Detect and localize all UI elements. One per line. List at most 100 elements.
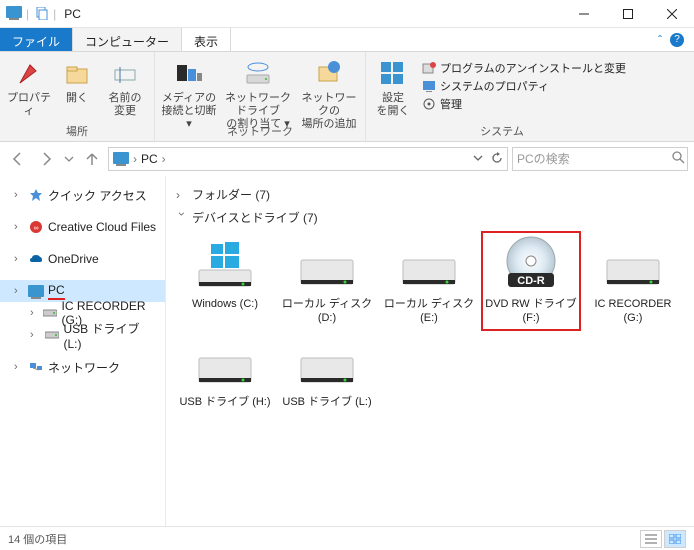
address-sep2[interactable]: ›	[162, 152, 166, 166]
nav-network[interactable]: › ネットワーク	[0, 356, 165, 378]
star-icon	[28, 187, 44, 203]
refresh-icon[interactable]	[491, 152, 503, 167]
drive-icon	[291, 334, 363, 392]
address-dropdown-icon[interactable]	[473, 152, 483, 166]
uninstall-icon	[422, 61, 436, 75]
ribbon-group-system: 設定 を開く プログラムのアンインストールと変更 システムのプロパティ 管理 シ…	[366, 52, 638, 141]
drive-icon	[44, 327, 60, 343]
nav-usb[interactable]: › USB ドライブ (L:)	[0, 324, 165, 346]
ribbon-collapse-icon[interactable]: ˆ	[658, 33, 662, 47]
tab-computer[interactable]: コンピューター	[73, 28, 182, 51]
chevron-right-icon[interactable]: ›	[14, 253, 24, 265]
chevron-right-icon[interactable]: ›	[30, 329, 40, 341]
copy-icon[interactable]	[33, 6, 49, 22]
ribbon-group-location: プロパティ 開く 名前の 変更 場所	[0, 52, 155, 141]
ribbon-group-network: メディアの 接続と切断 ▾ ネットワーク ドライブ の割り当て ▾ ネットワーク…	[155, 52, 366, 141]
chevron-right-icon[interactable]: ›	[14, 221, 24, 233]
nav-ccf-label: Creative Cloud Files	[48, 220, 156, 234]
chevron-right-icon[interactable]: ›	[14, 189, 24, 201]
manage-icon	[422, 97, 436, 111]
drive-item[interactable]: IC RECORDER (G:)	[584, 232, 682, 330]
rename-button[interactable]: 名前の 変更	[102, 56, 148, 118]
properties-button[interactable]: プロパティ	[6, 56, 52, 118]
media-connect-button[interactable]: メディアの 接続と切断 ▾	[161, 56, 217, 132]
uninstall-programs-button[interactable]: プログラムのアンインストールと変更	[422, 60, 626, 76]
chevron-right-icon[interactable]: ›	[14, 285, 24, 297]
maximize-button[interactable]	[606, 0, 650, 28]
drive-label: USB ドライブ (L:)	[282, 396, 371, 410]
navigation-bar: › PC ›	[0, 142, 694, 176]
group-system-label: システム	[480, 122, 524, 140]
add-location-label: ネットワークの 場所の追加	[299, 92, 359, 132]
drive-icon	[189, 236, 261, 294]
explorer-body: › クイック アクセス › ∞ Creative Cloud Files › O…	[0, 176, 694, 526]
section-devices-label: デバイスとドライブ (7)	[192, 209, 318, 226]
view-details-button[interactable]	[640, 530, 662, 548]
drive-item[interactable]: ローカル ディスク (D:)	[278, 232, 376, 330]
system-properties-button[interactable]: システムのプロパティ	[422, 78, 626, 94]
drive-icon	[597, 236, 669, 294]
cc-icon: ∞	[28, 219, 44, 235]
manage-button[interactable]: 管理	[422, 96, 626, 112]
svg-text:∞: ∞	[34, 225, 39, 232]
svg-text:CD-R: CD-R	[517, 275, 545, 287]
section-folders[interactable]: › フォルダー (7)	[176, 186, 694, 203]
section-devices[interactable]: › デバイスとドライブ (7)	[176, 209, 694, 226]
drive-label: ローカル ディスク (E:)	[382, 298, 476, 326]
pc-icon	[6, 6, 22, 21]
chevron-right-icon[interactable]: ›	[176, 188, 188, 202]
status-items: 14 個の項目	[8, 531, 67, 547]
search-icon[interactable]	[672, 151, 685, 167]
history-dropdown[interactable]	[62, 147, 76, 171]
drive-icon: CD-R	[495, 236, 567, 294]
nav-onedrive-label: OneDrive	[48, 252, 99, 266]
search-input[interactable]	[517, 152, 672, 166]
group-location-label: 場所	[66, 122, 88, 140]
open-settings-button[interactable]: 設定 を開く	[372, 56, 414, 118]
drive-label: IC RECORDER (G:)	[586, 298, 680, 326]
address-crumb-pc[interactable]: PC	[141, 152, 158, 166]
chevron-right-icon[interactable]: ›	[30, 307, 39, 319]
drive-label: Windows (C:)	[192, 298, 258, 312]
nav-quick-access[interactable]: › クイック アクセス	[0, 184, 165, 206]
minimize-button[interactable]	[562, 0, 606, 28]
search-box[interactable]	[512, 147, 688, 171]
drive-item[interactable]: CD-R DVD RW ドライブ (F:)	[482, 232, 580, 330]
group-network-label: ネットワーク	[227, 122, 293, 140]
tab-file[interactable]: ファイル	[0, 28, 73, 51]
pc-icon	[28, 283, 44, 299]
forward-button[interactable]	[34, 147, 58, 171]
close-button[interactable]	[650, 0, 694, 28]
map-drive-button[interactable]: ネットワーク ドライブ の割り当て ▾	[219, 56, 297, 132]
media-label: メディアの 接続と切断 ▾	[161, 92, 217, 132]
status-bar: 14 個の項目	[0, 526, 694, 550]
window-title: PC	[64, 7, 81, 21]
nav-onedrive[interactable]: › OneDrive	[0, 248, 165, 270]
add-network-location-button[interactable]: ネットワークの 場所の追加	[299, 56, 359, 132]
drive-label: DVD RW ドライブ (F:)	[484, 298, 578, 326]
drive-icon	[291, 236, 363, 294]
up-button[interactable]	[80, 147, 104, 171]
manage-label: 管理	[440, 96, 462, 112]
drive-item[interactable]: USB ドライブ (L:)	[278, 330, 376, 414]
view-tiles-button[interactable]	[664, 530, 686, 548]
settings-label: 設定 を開く	[377, 92, 410, 118]
chevron-down-icon[interactable]: ›	[175, 212, 189, 224]
drive-item[interactable]: ローカル ディスク (E:)	[380, 232, 478, 330]
navigation-pane: › クイック アクセス › ∞ Creative Cloud Files › O…	[0, 176, 166, 526]
nav-pc-label: PC	[48, 283, 65, 300]
rename-label: 名前の 変更	[109, 92, 142, 118]
section-folders-label: フォルダー (7)	[192, 186, 270, 203]
drive-item[interactable]: USB ドライブ (H:)	[176, 330, 274, 414]
address-bar[interactable]: › PC ›	[108, 147, 508, 171]
tab-view[interactable]: 表示	[182, 28, 231, 51]
nav-quick-label: クイック アクセス	[48, 187, 147, 204]
help-icon[interactable]: ?	[670, 33, 684, 47]
open-button[interactable]: 開く	[54, 56, 100, 105]
chevron-right-icon[interactable]: ›	[14, 361, 24, 373]
back-button[interactable]	[6, 147, 30, 171]
drive-item[interactable]: Windows (C:)	[176, 232, 274, 330]
properties-label: プロパティ	[6, 92, 52, 118]
nav-creative-cloud[interactable]: › ∞ Creative Cloud Files	[0, 216, 165, 238]
drive-grid: Windows (C:) ローカル ディスク (D:)ローカル ディスク (E:)…	[176, 232, 694, 413]
